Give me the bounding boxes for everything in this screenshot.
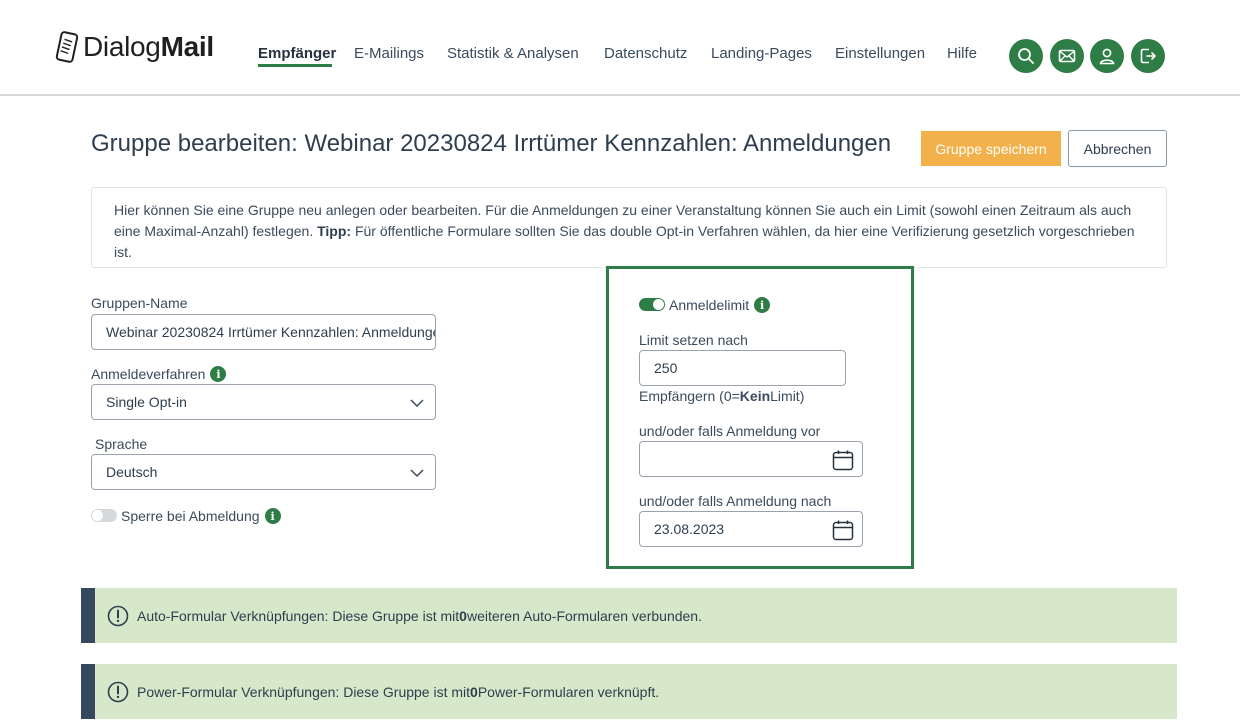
registration-limit-toggle[interactable] (639, 298, 665, 311)
search-icon (1018, 48, 1034, 64)
search-button[interactable] (1009, 39, 1043, 73)
logout-icon (1140, 48, 1156, 64)
nav-hilfe[interactable]: Hilfe (947, 45, 977, 62)
calendar-icon[interactable] (832, 519, 854, 541)
procedure-select[interactable]: Single Opt-in (91, 384, 436, 420)
language-select[interactable]: Deutsch (91, 454, 436, 490)
top-bar: DialogMail Empfänger E-Mailings Statisti… (0, 0, 1240, 96)
logout-button[interactable] (1131, 39, 1165, 73)
alert-circle-icon (107, 605, 129, 626)
group-name-input[interactable]: Webinar 20230824 Irrtümer Kennzahlen: An… (91, 314, 436, 350)
lock-on-unsubscribe-label: Sperre bei Abmeldung i (121, 508, 281, 524)
nav-empfaenger[interactable]: Empfänger (258, 45, 336, 62)
info-icon[interactable]: i (210, 366, 227, 382)
lock-on-unsubscribe-toggle[interactable] (91, 509, 117, 522)
nav-einstellungen[interactable]: Einstellungen (835, 45, 925, 62)
info-icon[interactable]: i (264, 508, 281, 524)
logo-text: DialogMail (83, 31, 214, 62)
after-date-input[interactable]: 23.08.2023 (639, 511, 863, 547)
mail-button[interactable] (1050, 39, 1084, 73)
mail-icon (1058, 49, 1076, 63)
active-nav-indicator (258, 64, 332, 67)
nav-e-mailings[interactable]: E-Mailings (354, 45, 424, 62)
cancel-button[interactable]: Abbrechen (1068, 130, 1167, 167)
calendar-icon[interactable] (832, 449, 854, 471)
profile-button[interactable] (1090, 39, 1124, 73)
logo-icon (55, 31, 79, 63)
group-name-label: Gruppen-Name (91, 295, 188, 311)
auto-form-notice: Auto-Formular Verknüpfungen: Diese Grupp… (81, 588, 1177, 643)
power-form-notice: Power-Formular Verknüpfungen: Diese Grup… (81, 664, 1177, 719)
tip-label: Tipp: (317, 223, 352, 239)
limit-input[interactable]: 250 (639, 350, 846, 386)
save-group-button[interactable]: Gruppe speichern (921, 131, 1061, 166)
language-label: Sprache (95, 436, 148, 452)
page-title: Gruppe bearbeiten: Webinar 20230824 Irrt… (91, 130, 892, 157)
chevron-down-icon (410, 469, 424, 478)
before-date-input[interactable] (639, 441, 863, 477)
nav-landing-pages[interactable]: Landing-Pages (711, 45, 812, 62)
limit-unit-text: Empfängern (0= Kein Limit) (639, 388, 805, 404)
info-box: Hier können Sie eine Gruppe neu anlegen … (91, 187, 1167, 268)
limit-label: Limit setzen nach (639, 332, 748, 348)
before-date-label: und/oder falls Anmeldung vor (639, 423, 821, 439)
nav-statistik[interactable]: Statistik & Analysen (447, 45, 579, 62)
procedure-label: Anmeldeverfahren i (91, 366, 227, 382)
info-icon[interactable]: i (754, 297, 771, 313)
after-date-label: und/oder falls Anmeldung nach (639, 493, 832, 509)
registration-limit-label: Anmeldelimit i (669, 297, 771, 313)
alert-circle-icon (107, 681, 129, 702)
chevron-down-icon (410, 399, 424, 408)
logo[interactable]: DialogMail (54, 30, 214, 64)
user-icon (1099, 48, 1115, 65)
nav-datenschutz[interactable]: Datenschutz (604, 45, 687, 62)
